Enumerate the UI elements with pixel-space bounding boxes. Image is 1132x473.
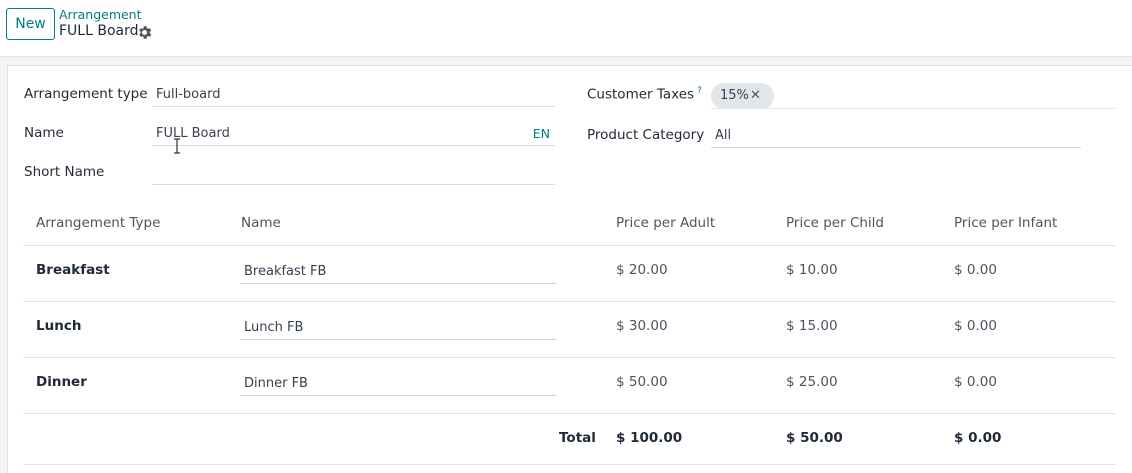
remove-tag-icon[interactable]: ✕ [750,83,761,109]
product-category-label: Product Category [587,127,705,143]
customer-taxes-label: Customer Taxes? [587,86,702,103]
col-header-name[interactable]: Name [241,215,281,231]
translate-button[interactable]: EN [533,123,550,145]
row-price-adult: $ 50.00 [616,374,668,390]
table-divider [23,464,1116,465]
text-cursor-icon [174,138,180,154]
total-price-child: $ 50.00 [786,430,843,446]
row-price-adult: $ 30.00 [616,318,668,334]
row-arrangement-type: Breakfast [36,262,110,278]
row-name-input[interactable]: Dinner FB [240,372,556,396]
new-button[interactable]: New [6,8,55,40]
table-divider [23,413,1116,414]
arrangement-type-field[interactable]: Full-board [152,84,555,107]
control-panel: New Arrangement FULL Board [0,0,1132,57]
row-price-child: $ 10.00 [786,262,838,278]
row-price-child: $ 15.00 [786,318,838,334]
name-label: Name [24,125,64,141]
record-title: FULL Board [59,23,139,39]
name-value: FULL Board [156,126,230,141]
product-category-field[interactable]: All [711,125,1081,148]
row-price-child: $ 25.00 [786,374,838,390]
row-name-input[interactable]: Breakfast FB [240,260,556,284]
row-name-input[interactable]: Lunch FB [240,316,556,340]
breadcrumb-arrangement[interactable]: Arrangement [59,7,142,22]
row-arrangement-type: Lunch [36,318,82,334]
col-header-price-adult[interactable]: Price per Adult [616,215,715,231]
total-price-adult: $ 100.00 [616,430,683,446]
name-field[interactable]: FULL Board EN [152,123,555,146]
table-divider [23,301,1116,302]
col-header-price-child[interactable]: Price per Child [786,215,884,231]
row-price-adult: $ 20.00 [616,262,668,278]
row-arrangement-type: Dinner [36,374,87,390]
row-price-infant: $ 0.00 [954,374,997,390]
total-price-infant: $ 0.00 [954,430,1002,446]
form-sheet: Arrangement type Full-board Name FULL Bo… [7,65,1132,473]
table-divider [23,245,1116,246]
tax-tag: 15% ✕ [711,83,774,109]
tax-tag-label: 15% [720,88,749,103]
arrangement-type-label: Arrangement type [24,86,148,102]
row-price-infant: $ 0.00 [954,262,997,278]
help-tooltip-icon[interactable]: ? [697,86,702,96]
gear-icon[interactable] [136,24,153,41]
table-divider [23,357,1116,358]
total-label: Total [559,430,596,446]
short-name-field[interactable] [152,162,555,185]
row-price-infant: $ 0.00 [954,318,997,334]
short-name-label: Short Name [24,164,105,180]
customer-taxes-label-text: Customer Taxes [587,86,695,103]
col-header-price-infant[interactable]: Price per Infant [954,215,1057,231]
col-header-arrangement-type[interactable]: Arrangement Type [36,215,160,231]
